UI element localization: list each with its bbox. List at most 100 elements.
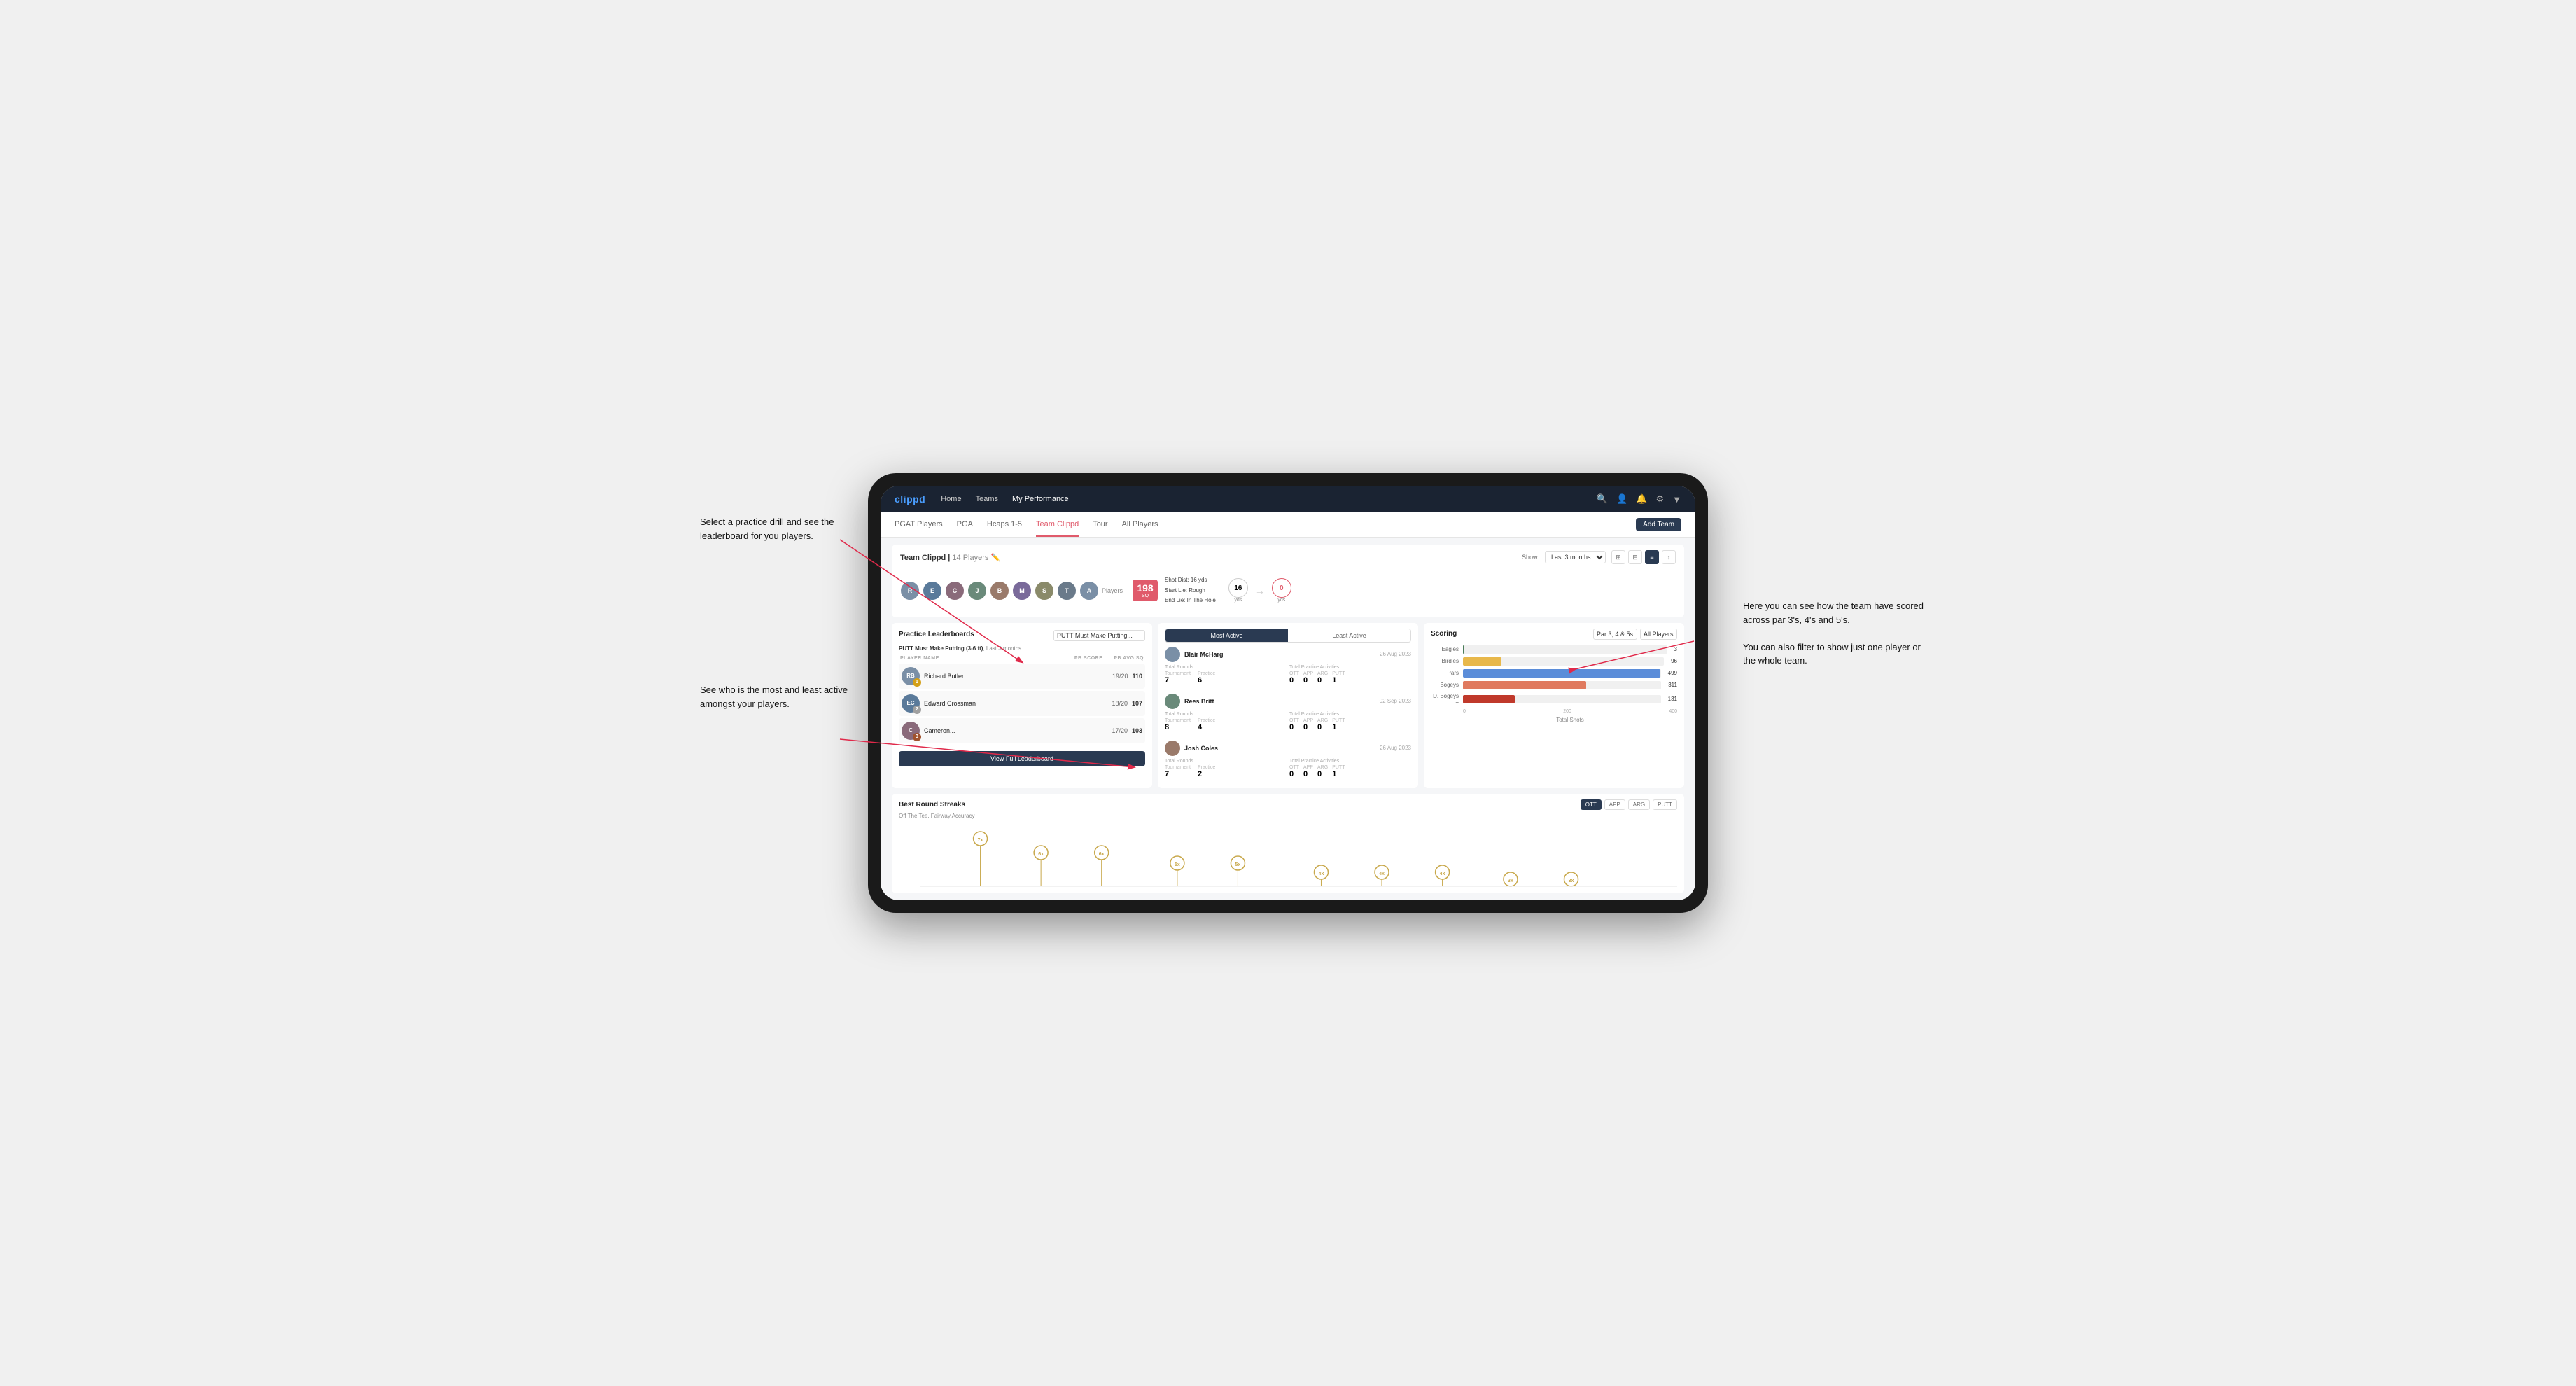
player-avatar-3[interactable]: C: [945, 581, 965, 601]
player-avatar-4[interactable]: J: [967, 581, 987, 601]
view-leaderboard-btn[interactable]: View Full Leaderboard: [899, 751, 1145, 766]
bar-row-pars: Pars 499: [1431, 669, 1677, 678]
activity-name-2: Rees Britt: [1184, 698, 1376, 705]
activity-card-2: Rees Britt 02 Sep 2023 Total Rounds Tour…: [1165, 690, 1411, 736]
nav-performance[interactable]: My Performance: [1011, 495, 1070, 503]
team-controls: Show: Last 3 months ⊞ ⊟ ≡ ↕: [1522, 550, 1676, 564]
lb-medal-gold: 1: [913, 678, 921, 687]
player-avatar-6[interactable]: M: [1012, 581, 1032, 601]
scoring-title: Scoring: [1431, 630, 1457, 638]
streak-label: 5x: [1236, 862, 1241, 867]
streaks-svg: 7x6x6x5x5x4x4x4x3x3x: [920, 825, 1677, 888]
players-label: Players: [1102, 587, 1123, 594]
navbar: clippd Home Teams My Performance 🔍 👤 🔔 ⚙…: [881, 486, 1695, 512]
streaks-tab-app[interactable]: APP: [1604, 799, 1625, 810]
profile-icon[interactable]: ▼: [1672, 494, 1681, 505]
subnav-team-clippd[interactable]: Team Clippd: [1036, 513, 1079, 537]
streaks-tab-ott[interactable]: OTT: [1581, 799, 1602, 810]
nav-home[interactable]: Home: [939, 495, 962, 503]
lb-row-2: EC 2 Edward Crossman 18/20 107: [899, 691, 1145, 716]
streaks-tab-putt[interactable]: PUTT: [1653, 799, 1677, 810]
activity-name-3: Josh Coles: [1184, 745, 1376, 752]
bar-row-birdies: Birdies 96: [1431, 657, 1677, 666]
settings-icon[interactable]: ⚙: [1656, 493, 1664, 505]
activity-avatar-3: [1165, 741, 1180, 756]
bar-value-birdies: 96: [1671, 658, 1677, 664]
team-title: Team Clippd | 14 Players ✏️: [900, 554, 1000, 562]
player-avatar-5[interactable]: B: [990, 581, 1009, 601]
three-cols: Practice Leaderboards PUTT Must Make Put…: [892, 623, 1684, 788]
bar-track-birdies: [1463, 657, 1664, 666]
streak-label: 3x: [1508, 878, 1513, 883]
shot-yds-right: 0: [1272, 578, 1292, 598]
bar-value-bogeys: 311: [1668, 682, 1677, 688]
add-team-button[interactable]: Add Team: [1636, 518, 1681, 531]
scoring-panel: Scoring Par 3, 4 & 5s All Players: [1424, 623, 1684, 788]
bar-track-eagles: [1463, 645, 1667, 654]
drill-select[interactable]: PUTT Must Make Putting...: [1054, 630, 1145, 641]
subnav-pgat[interactable]: PGAT Players: [895, 513, 943, 537]
subnav-hcaps[interactable]: Hcaps 1-5: [987, 513, 1022, 537]
view-grid-3[interactable]: ⊟: [1628, 550, 1642, 564]
activity-date-3: 26 Aug 2023: [1380, 745, 1411, 751]
lb-avatar-3: C 3: [902, 722, 920, 740]
tab-least-active[interactable]: Least Active: [1288, 629, 1410, 642]
shot-badge-sub: SQ: [1137, 594, 1154, 598]
lb-name-3: Cameron...: [924, 727, 1107, 734]
practice-leaderboards-panel: Practice Leaderboards PUTT Must Make Put…: [892, 623, 1152, 788]
lb-score-2: 18/20: [1112, 700, 1128, 707]
bar-label-dbogeys: D. Bogeys +: [1431, 693, 1459, 706]
shot-details: Shot Dist: 16 yds Start Lie: Rough End L…: [1165, 575, 1216, 606]
view-list[interactable]: ≡: [1645, 550, 1659, 564]
bar-track-pars: [1463, 669, 1661, 678]
bell-icon[interactable]: 🔔: [1636, 493, 1647, 505]
show-label: Show:: [1522, 554, 1539, 561]
lb-score-1: 19/20: [1112, 673, 1128, 680]
col-score: PB SCORE: [1074, 656, 1103, 661]
player-filter[interactable]: All Players: [1640, 629, 1677, 640]
scoring-header: Scoring Par 3, 4 & 5s All Players: [1431, 629, 1677, 640]
bar-track-dbogeys: [1463, 695, 1661, 704]
activity-avatar-1: [1165, 647, 1180, 662]
streak-label: 6x: [1099, 852, 1105, 857]
shot-info-card: 198 SQ Shot Dist: 16 yds Start Lie: Roug…: [1126, 570, 1676, 611]
subnav-pga[interactable]: PGA: [957, 513, 973, 537]
lb-name-1: Richard Butler...: [924, 673, 1108, 680]
bar-row-bogeys: Bogeys 311: [1431, 681, 1677, 690]
bar-value-pars: 499: [1668, 670, 1677, 676]
view-grid-2[interactable]: ⊞: [1611, 550, 1625, 564]
subnav-tour[interactable]: Tour: [1093, 513, 1107, 537]
player-avatar-9[interactable]: A: [1079, 581, 1099, 601]
navbar-links: Home Teams My Performance: [939, 495, 1583, 503]
nav-teams[interactable]: Teams: [974, 495, 1000, 503]
tab-most-active[interactable]: Most Active: [1166, 629, 1288, 642]
search-icon[interactable]: 🔍: [1597, 493, 1608, 505]
leaderboard-col-headers: PLAYER NAME PB SCORE PB AVG SQ: [899, 656, 1145, 661]
par-filter[interactable]: Par 3, 4 & 5s: [1593, 629, 1637, 640]
show-select[interactable]: Last 3 months: [1545, 551, 1606, 564]
streak-label: 7x: [978, 838, 983, 843]
subnav-all-players[interactable]: All Players: [1122, 513, 1158, 537]
chart-xaxis: 0 200 400: [1431, 709, 1677, 714]
bar-value-eagles: 3: [1674, 646, 1677, 652]
streak-label: 4x: [1440, 872, 1446, 876]
col-player: PLAYER NAME: [900, 656, 1074, 661]
view-icons: ⊞ ⊟ ≡ ↕: [1611, 550, 1676, 564]
streak-label: 4x: [1319, 872, 1324, 876]
bar-row-eagles: Eagles 3: [1431, 645, 1677, 654]
person-icon[interactable]: 👤: [1616, 493, 1628, 505]
col-avg: PB AVG SQ: [1114, 656, 1144, 661]
streaks-tab-arg[interactable]: ARG: [1628, 799, 1650, 810]
player-avatar-1[interactable]: R: [900, 581, 920, 601]
leaderboard-title: Practice Leaderboards: [899, 631, 974, 638]
lb-avatar-1: RB 1: [902, 667, 920, 685]
player-avatar-8[interactable]: T: [1057, 581, 1077, 601]
bar-fill-dbogeys: [1463, 695, 1515, 704]
annotation-right: Here you can see how the team have score…: [1743, 599, 1925, 668]
bar-fill-pars: [1463, 669, 1660, 678]
player-avatar-7[interactable]: S: [1035, 581, 1054, 601]
streak-label: 5x: [1175, 862, 1180, 867]
view-sort[interactable]: ↕: [1662, 550, 1676, 564]
player-avatar-2[interactable]: E: [923, 581, 942, 601]
bar-label-eagles: Eagles: [1431, 646, 1459, 652]
